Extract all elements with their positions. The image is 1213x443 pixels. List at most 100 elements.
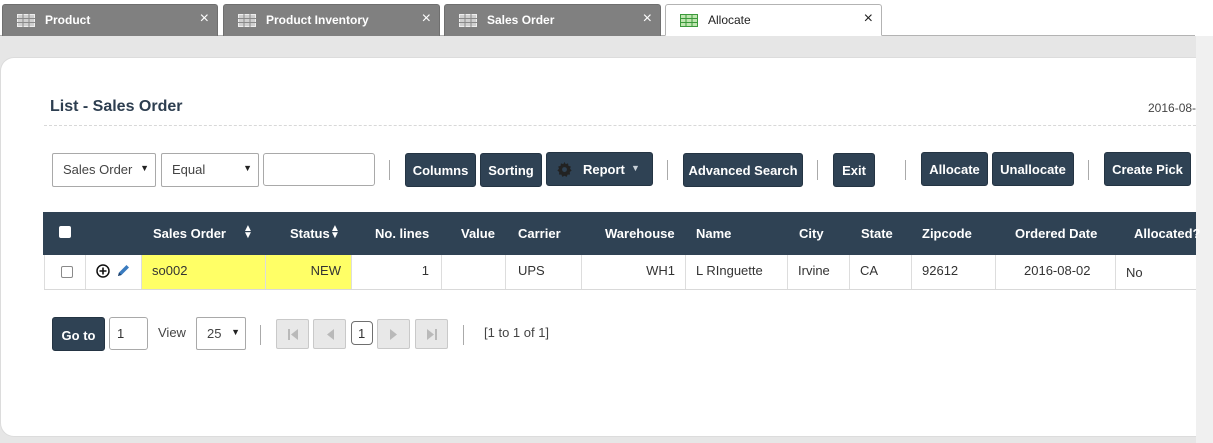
prev-page-button[interactable] xyxy=(313,319,346,349)
status-value: NEW xyxy=(310,263,341,278)
allocated-value: No xyxy=(1126,265,1143,280)
select-all-checkbox[interactable] xyxy=(59,226,71,238)
exit-button[interactable]: Exit xyxy=(833,153,875,187)
tab-label: Allocate xyxy=(708,13,751,27)
next-page-icon xyxy=(390,329,397,340)
expand-plus-icon[interactable] xyxy=(96,264,110,281)
toolbar-separator xyxy=(1088,160,1089,180)
grid-icon xyxy=(17,14,35,30)
grid-icon xyxy=(680,14,698,30)
grid-icon xyxy=(238,14,256,30)
col-header-city[interactable]: City xyxy=(799,226,824,241)
col-header-sales-order[interactable]: Sales Order xyxy=(153,226,226,241)
sort-icon[interactable]: ▲ ▼ xyxy=(243,224,253,241)
view-label: View xyxy=(158,325,186,340)
tab-label: Product Inventory xyxy=(266,13,369,27)
unallocate-label: Unallocate xyxy=(1000,162,1066,177)
sorting-button[interactable]: Sorting xyxy=(480,153,542,187)
toolbar-separator xyxy=(817,160,818,180)
filter-operator-select[interactable]: Equal ▼ xyxy=(161,153,259,187)
tab-allocate[interactable]: Allocate × xyxy=(665,4,882,36)
columns-button[interactable]: Columns xyxy=(405,153,476,187)
dropdown-arrow-icon: ▼ xyxy=(231,327,240,337)
cell-state: CA xyxy=(850,255,912,289)
caret-down-icon: ▼ xyxy=(631,163,640,173)
cell-ordered-date: 2016-08-02 xyxy=(996,255,1116,289)
cell-no-lines: 1 xyxy=(352,255,442,289)
name-value: L RInguette xyxy=(696,263,763,278)
cell-city: Irvine xyxy=(788,255,850,289)
state-value: CA xyxy=(860,263,879,278)
sort-icon[interactable]: ▲ ▼ xyxy=(330,224,340,241)
go-to-button[interactable]: Go to xyxy=(52,317,105,351)
filter-operator-value: Equal xyxy=(172,162,206,177)
close-icon[interactable]: × xyxy=(422,11,431,27)
col-header-warehouse[interactable]: Warehouse xyxy=(605,226,675,241)
cell-allocated: No xyxy=(1116,255,1196,289)
report-button[interactable]: Report ▼ xyxy=(546,152,653,186)
close-icon[interactable]: × xyxy=(864,11,873,27)
toolbar-separator xyxy=(905,160,906,180)
col-header-allocated[interactable]: Allocated? xyxy=(1134,226,1200,241)
create-pick-button[interactable]: Create Pick xyxy=(1104,152,1191,186)
last-page-button[interactable] xyxy=(415,319,448,349)
toolbar-separator xyxy=(667,160,668,180)
go-to-page-value: 1 xyxy=(117,326,125,341)
allocate-button[interactable]: Allocate xyxy=(921,152,988,186)
page-size-select[interactable]: 25 ▼ xyxy=(196,317,246,350)
page-size-value: 25 xyxy=(207,326,222,341)
city-value: Irvine xyxy=(798,263,830,278)
unallocate-button[interactable]: Unallocate xyxy=(992,152,1074,186)
close-icon[interactable]: × xyxy=(643,11,652,27)
pager-summary: [1 to 1 of 1] xyxy=(484,325,550,340)
filter-field-select[interactable]: Sales Order ▼ xyxy=(52,153,156,187)
ordered-date-value: 2016-08-02 xyxy=(1024,263,1091,278)
col-header-ordered-date[interactable]: Ordered Date xyxy=(1015,226,1097,241)
advanced-search-label: Advanced Search xyxy=(688,163,798,178)
go-to-label: Go to xyxy=(61,328,96,343)
col-header-zipcode[interactable]: Zipcode xyxy=(922,226,972,241)
col-header-name[interactable]: Name xyxy=(696,226,731,241)
row-checkbox[interactable] xyxy=(61,266,73,278)
gear-icon xyxy=(557,162,572,180)
create-pick-label: Create Pick xyxy=(1112,162,1183,177)
close-icon[interactable]: × xyxy=(200,11,209,27)
first-page-button[interactable] xyxy=(276,319,309,349)
grid-icon xyxy=(459,14,477,30)
tab-label: Product xyxy=(45,13,91,27)
dropdown-arrow-icon: ▼ xyxy=(140,163,149,173)
col-header-state[interactable]: State xyxy=(861,226,893,241)
sales-order-value: so002 xyxy=(152,263,188,278)
current-page-value: 1 xyxy=(358,326,366,341)
tab-product-inventory[interactable]: Product Inventory × xyxy=(223,4,440,36)
toolbar-separator xyxy=(389,160,390,180)
col-header-carrier[interactable]: Carrier xyxy=(518,226,561,241)
row-select-cell xyxy=(44,255,86,289)
advanced-search-button[interactable]: Advanced Search xyxy=(683,153,803,187)
next-page-button[interactable] xyxy=(377,319,410,349)
edit-pencil-icon[interactable] xyxy=(116,263,131,281)
report-button-label: Report xyxy=(583,162,625,177)
row-actions-cell xyxy=(86,255,142,289)
carrier-value: UPS xyxy=(518,263,545,278)
tab-product[interactable]: Product × xyxy=(2,4,218,36)
tab-label: Sales Order xyxy=(487,13,555,27)
filter-field-value: Sales Order xyxy=(63,162,133,177)
cell-status: NEW xyxy=(266,255,352,289)
pager-separator xyxy=(463,325,464,345)
go-to-page-input[interactable]: 1 xyxy=(109,317,148,350)
last-page-icon xyxy=(427,329,437,340)
col-header-value[interactable]: Value xyxy=(461,226,495,241)
cell-value xyxy=(442,255,506,289)
exit-label: Exit xyxy=(842,163,866,178)
cell-carrier: UPS xyxy=(506,255,582,289)
cell-sales-order[interactable]: so002 xyxy=(142,255,266,289)
tab-sales-order[interactable]: Sales Order × xyxy=(444,4,661,36)
no-lines-value: 1 xyxy=(421,263,429,278)
col-header-status[interactable]: Status xyxy=(290,226,330,241)
filter-value-input[interactable] xyxy=(263,153,375,186)
col-header-no-lines[interactable]: No. lines xyxy=(375,226,429,241)
title-divider xyxy=(44,125,1196,126)
table-row[interactable]: so002 NEW 1 UPS WH1 L RInguette Irvine C… xyxy=(44,255,1196,290)
pager-separator xyxy=(260,325,261,345)
